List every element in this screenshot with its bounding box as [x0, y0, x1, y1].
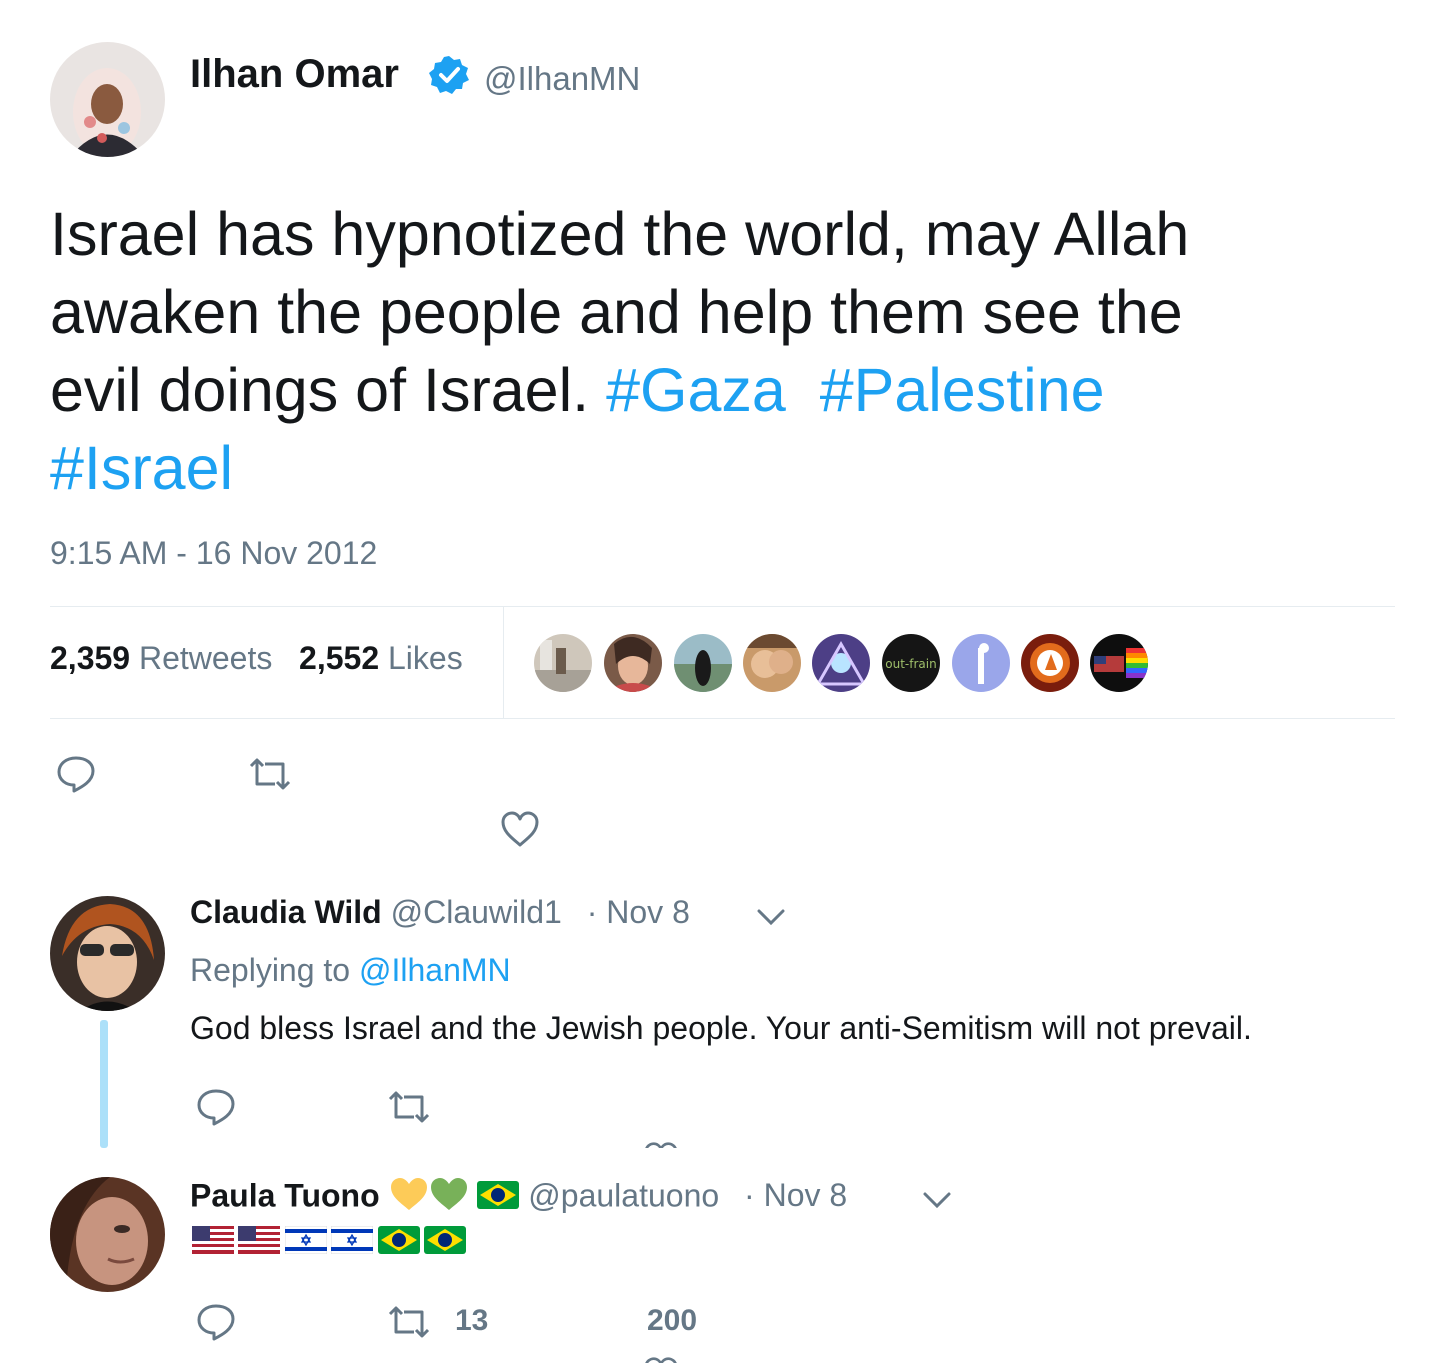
tweet-text-line: awaken the people and help them see the	[50, 278, 1183, 346]
like-icon[interactable]	[643, 1356, 679, 1363]
reply-author-handle[interactable]: @paulatuono	[528, 1177, 719, 1213]
retweet-count[interactable]: 13	[455, 1304, 488, 1338]
tweet-text-line: evil doings of Israel. #Gaza #Palestine	[50, 351, 1410, 429]
divider	[50, 718, 1395, 719]
green-heart-icon	[429, 1176, 469, 1220]
tweet-text-line: Israel has hypnotized the world, may All…	[50, 200, 1190, 268]
reply-date[interactable]: · Nov 8	[587, 894, 690, 930]
liker-avatar[interactable]: out-frain	[882, 634, 940, 692]
brazil-flag-icon	[477, 1180, 520, 1217]
like-stat[interactable]: 2,552 Likes	[299, 640, 463, 676]
reply-author-name[interactable]: Paula Tuono	[190, 1177, 380, 1213]
reply-author-avatar[interactable]	[50, 1177, 165, 1292]
tweet-timestamp[interactable]: 9:15 AM - 16 Nov 2012	[50, 535, 377, 572]
flag-row	[192, 1225, 467, 1259]
author-handle[interactable]: @IlhanMN	[484, 60, 640, 98]
brazil-flag-icon	[377, 1226, 420, 1259]
tweet-text: Israel has hypnotized the world, may All…	[50, 195, 1410, 507]
like-count[interactable]: 200	[647, 1304, 697, 1338]
like-icon[interactable]	[500, 810, 540, 848]
reply-icon[interactable]	[56, 754, 96, 794]
us-flag-icon	[238, 1226, 281, 1259]
tweet-stats: 2,359 Retweets 2,552 Likes	[50, 640, 463, 677]
us-flag-icon	[192, 1226, 234, 1259]
israel-flag-icon	[284, 1225, 328, 1259]
chevron-down-icon[interactable]	[922, 1189, 952, 1211]
israel-flag-icon	[330, 1225, 374, 1259]
reply-icon[interactable]	[196, 1087, 236, 1127]
reply-author-avatar[interactable]	[50, 896, 165, 1011]
brazil-flag-icon	[424, 1226, 467, 1259]
like-icon[interactable]	[643, 1141, 679, 1148]
divider	[50, 606, 1395, 607]
replying-to: Replying to @IlhanMN	[190, 952, 511, 989]
liker-avatar[interactable]	[604, 634, 662, 692]
author-avatar[interactable]	[50, 42, 165, 157]
author-name[interactable]: Ilhan Omar	[190, 52, 399, 97]
yellow-heart-icon	[389, 1176, 429, 1220]
reply-text: God bless Israel and the Jewish people. …	[190, 1010, 1252, 1046]
retweet-icon[interactable]	[386, 1089, 432, 1125]
like-count: 2,552	[299, 640, 380, 676]
retweet-count: 2,359	[50, 640, 131, 676]
retweet-icon[interactable]	[386, 1304, 432, 1340]
hashtag-link[interactable]: #Palestine	[820, 356, 1105, 424]
replying-to-label: Replying to	[190, 952, 351, 988]
liker-avatar[interactable]	[1090, 634, 1148, 692]
replying-to-handle[interactable]: @IlhanMN	[359, 952, 511, 988]
hashtag-link[interactable]: #Israel	[50, 429, 1410, 507]
retweet-stat[interactable]: 2,359 Retweets	[50, 640, 272, 676]
liker-avatar[interactable]	[674, 634, 732, 692]
verified-icon	[428, 54, 470, 96]
reply-header: Paula Tuono @paulatuono · Nov 8	[190, 1176, 847, 1220]
liker-avatar[interactable]	[1021, 634, 1079, 692]
liker-avatar-text: out-frain	[885, 657, 936, 671]
chevron-down-icon[interactable]	[756, 906, 786, 928]
retweet-icon[interactable]	[247, 756, 293, 792]
retweet-label: Retweets	[138, 640, 273, 676]
reply-author-handle[interactable]: @Clauwild1	[391, 894, 562, 930]
hashtag-link[interactable]: #Gaza	[606, 356, 786, 424]
liker-avatar[interactable]	[952, 634, 1010, 692]
tweet-text-segment: evil doings of Israel.	[50, 356, 590, 424]
liker-avatar[interactable]	[743, 634, 801, 692]
reply-date[interactable]: · Nov 8	[744, 1177, 847, 1213]
reply-icon[interactable]	[196, 1302, 236, 1342]
reply-author-name[interactable]: Claudia Wild	[190, 894, 382, 930]
liker-avatar[interactable]	[534, 634, 592, 692]
reply-header: Claudia Wild @Clauwild1 · Nov 8	[190, 894, 690, 931]
like-label: Likes	[388, 640, 463, 676]
liker-avatar[interactable]	[812, 634, 870, 692]
thread-line	[100, 1020, 108, 1148]
divider	[503, 607, 504, 718]
